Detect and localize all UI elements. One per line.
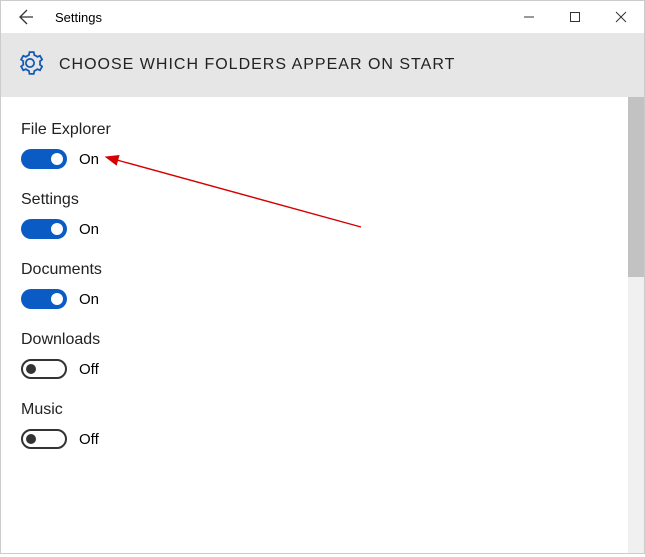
setting-label: Music: [21, 401, 624, 419]
maximize-icon: [569, 11, 581, 23]
toggle-state-label: Off: [79, 431, 99, 448]
toggle-switch[interactable]: [21, 289, 67, 309]
setting-settings: Settings On: [21, 191, 624, 239]
toggle-row: On: [21, 289, 624, 309]
back-arrow-icon: [15, 7, 35, 27]
minimize-button[interactable]: [506, 1, 552, 33]
toggle-switch[interactable]: [21, 219, 67, 239]
minimize-icon: [523, 11, 535, 23]
window-title: Settings: [49, 10, 506, 25]
close-icon: [615, 11, 627, 23]
toggle-row: Off: [21, 429, 624, 449]
setting-documents: Documents On: [21, 261, 624, 309]
toggle-row: On: [21, 149, 624, 169]
toggle-row: On: [21, 219, 624, 239]
setting-file-explorer: File Explorer On: [21, 121, 624, 169]
setting-downloads: Downloads Off: [21, 331, 624, 379]
settings-list: File Explorer On Settings On Documents O…: [1, 97, 644, 553]
gear-icon: [17, 50, 43, 81]
toggle-row: Off: [21, 359, 624, 379]
scrollbar-track[interactable]: [628, 97, 644, 553]
maximize-button[interactable]: [552, 1, 598, 33]
toggle-knob: [26, 364, 36, 374]
content-area: File Explorer On Settings On Documents O…: [1, 97, 644, 553]
toggle-switch[interactable]: [21, 429, 67, 449]
window-controls: [506, 1, 644, 33]
setting-label: Downloads: [21, 331, 624, 349]
page-header: CHOOSE WHICH FOLDERS APPEAR ON START: [1, 33, 644, 97]
back-button[interactable]: [1, 1, 49, 33]
close-button[interactable]: [598, 1, 644, 33]
toggle-knob: [51, 223, 63, 235]
setting-music: Music Off: [21, 401, 624, 449]
toggle-knob: [51, 153, 63, 165]
page-title: CHOOSE WHICH FOLDERS APPEAR ON START: [59, 56, 455, 74]
titlebar: Settings: [1, 1, 644, 33]
toggle-state-label: On: [79, 291, 99, 308]
toggle-state-label: On: [79, 221, 99, 238]
scrollbar-thumb[interactable]: [628, 97, 644, 277]
toggle-switch[interactable]: [21, 149, 67, 169]
setting-label: Documents: [21, 261, 624, 279]
toggle-state-label: Off: [79, 361, 99, 378]
setting-label: File Explorer: [21, 121, 624, 139]
toggle-state-label: On: [79, 151, 99, 168]
toggle-knob: [51, 293, 63, 305]
toggle-knob: [26, 434, 36, 444]
setting-label: Settings: [21, 191, 624, 209]
toggle-switch[interactable]: [21, 359, 67, 379]
